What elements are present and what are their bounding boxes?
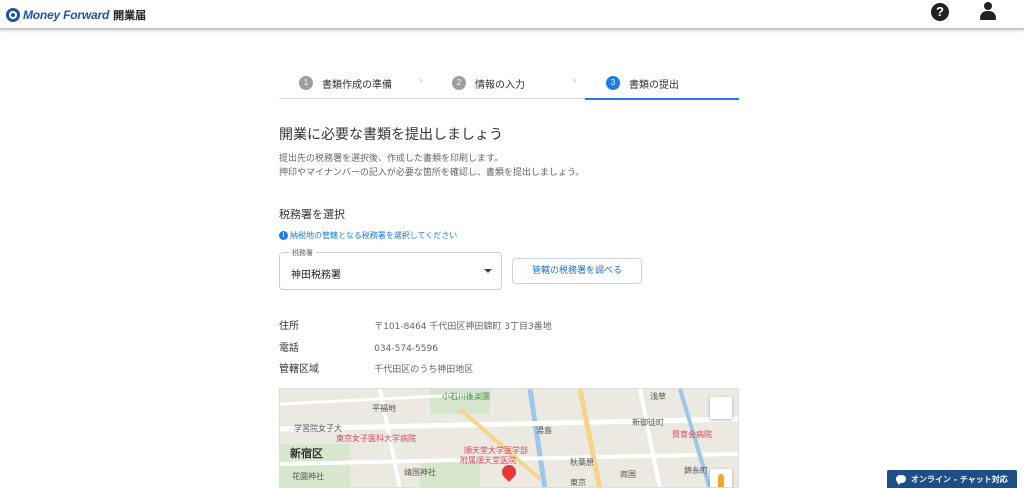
map-label: 秋葉原 [570,458,594,467]
step-label: 書類作成の準備 [322,79,392,91]
jurisdiction-row: 管轄区域 千代田区のうち神田地区 [279,360,473,375]
phone-row: 電話 034-574-5596 [279,339,438,354]
map-label: 学習院女子大 [294,424,342,433]
app-header: Money Forward 開業届 ? [0,0,1024,30]
step-number: 3 [606,76,620,90]
map-label: 靖国神社 [404,468,436,477]
step-3: 3 書類の提出 [606,74,679,92]
active-step-indicator [585,98,739,100]
map[interactable]: 小石川後楽園 平福地 学習院女子大 東京女子医科大学病院 順天堂大学医学部 附属… [279,388,739,488]
logo[interactable]: Money Forward 開業届 [6,6,146,24]
page-description: 提出先の税務署を選択後、作成した書類を印刷します。 押印やマイナンバーの記入が必… [279,152,584,180]
chevron-right-icon: › [572,74,577,87]
map-label: 浅草 [650,392,666,401]
jurisdiction-value: 千代田区のうち神田地区 [374,365,474,375]
phone-value: 034-574-5596 [374,344,438,354]
address-value: 〒101-8464 千代田区神田錦町 3丁目3番地 [374,322,552,332]
map-label: 湯島 [536,426,552,435]
select-label: 税務署 [289,248,316,258]
map-label: 東京 [570,478,586,487]
address-label: 住所 [279,321,299,332]
map-label: 花園神社 [292,472,324,481]
map-label: 錦糸町 [684,466,708,475]
chevron-right-icon: › [419,74,424,87]
user-icon[interactable] [979,2,997,20]
select-value: 神田税務署 [291,270,341,281]
progress-stepper: 1 書類作成の準備 › 2 情報の入力 › 3 書類の提出 [279,66,739,100]
step-number: 2 [452,76,466,90]
street-view-icon[interactable] [710,469,732,487]
map-label: 新宿区 [290,447,323,460]
caret-down-icon [484,269,492,273]
description-line: 提出先の税務署を選択後、作成した書類を印刷します。 [279,154,504,164]
online-chat-button[interactable]: オンライン - チャット対応 [887,470,1017,488]
logo-product: 開業届 [113,9,147,22]
jurisdiction-label: 管轄区域 [279,364,319,375]
map-label: 新御徒町 [632,418,664,427]
step-1: 1 書類作成の準備 [299,74,392,92]
page-title: 開業に必要な書類を提出しましょう [279,127,503,143]
step-label: 書類の提出 [629,79,679,91]
step-2: 2 情報の入力 [452,74,525,92]
map-label: 東京女子医科大学病院 [336,434,416,443]
address-row: 住所 〒101-8464 千代田区神田錦町 3丁目3番地 [279,317,552,332]
info-note-text: 納税地の管轄となる税務署を選択してください [290,231,458,240]
section-title: 税務署を選択 [279,208,345,221]
chat-label: オンライン - チャット対応 [911,474,1008,484]
chat-bubble-icon [896,475,906,485]
description-line: 押印やマイナンバーの記入が必要な箇所を確認し、書類を提出しましょう。 [279,168,585,178]
step-number: 1 [299,76,313,90]
info-icon: i [279,231,288,240]
lookup-tax-office-button[interactable]: 管轄の税務署を調べる [512,258,642,284]
map-label: 賛育会病院 [672,430,712,439]
user-icon-body [980,11,996,20]
phone-label: 電話 [279,343,299,354]
map-label: 小石川後楽園 [442,392,490,401]
user-icon-head [984,2,992,10]
tax-office-select[interactable]: 税務署 神田税務署 [279,248,502,290]
info-note: i 納税地の管轄となる税務署を選択してください [279,230,457,241]
fullscreen-icon[interactable] [710,397,732,419]
help-icon[interactable]: ? [931,3,949,21]
map-label: 両国 [620,470,636,479]
map-label: 平福地 [372,404,396,413]
money-forward-logo-icon [6,8,20,22]
logo-brand: Money Forward [23,8,110,22]
step-label: 情報の入力 [475,79,525,91]
